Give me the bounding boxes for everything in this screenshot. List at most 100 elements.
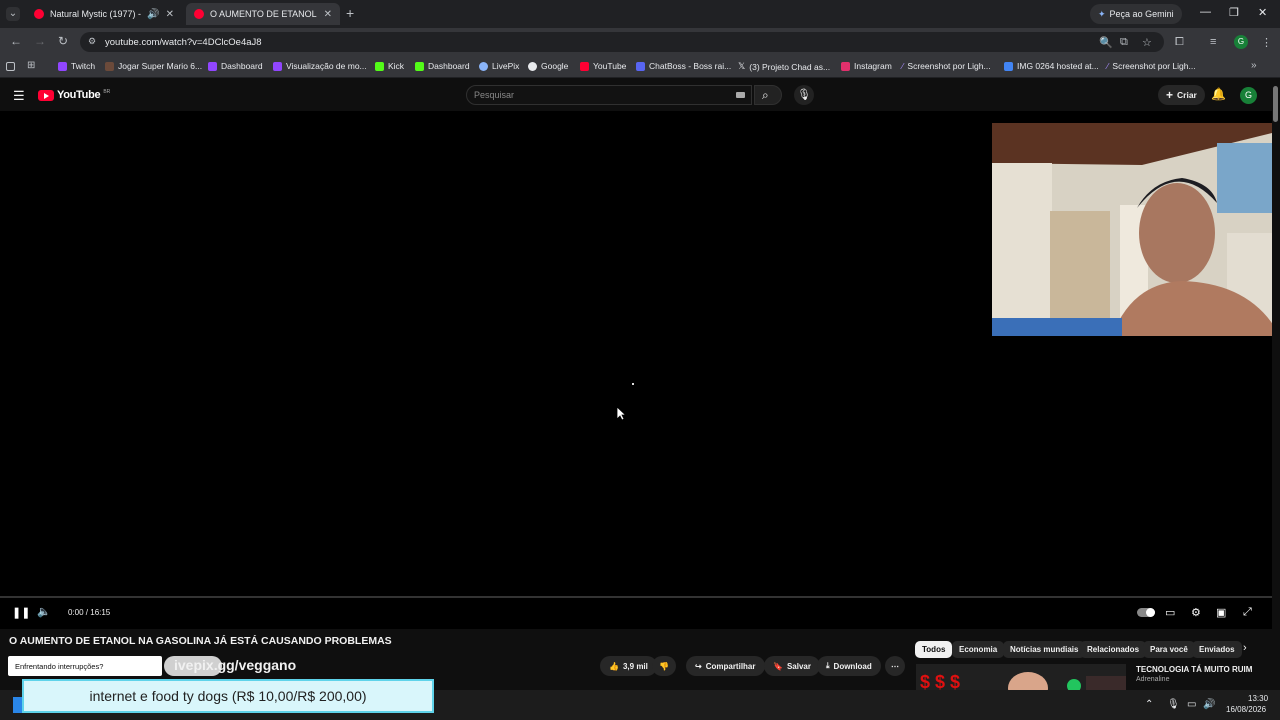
interruptions-prompt-text: Enfrentando interrupções? <box>15 662 104 671</box>
image-host-icon <box>1004 61 1013 71</box>
create-label: Criar <box>1177 90 1197 100</box>
site-info-icon[interactable]: ⚙ <box>88 36 96 47</box>
close-window-icon[interactable]: ✕ <box>1258 6 1267 19</box>
notifications-bell-icon[interactable]: 🔔 <box>1211 87 1226 101</box>
more-actions-button[interactable]: ⋯ <box>885 656 905 676</box>
bookmark-chatboss[interactable]: ChatBoss - Boss rai... <box>636 61 731 71</box>
theater-mode-icon[interactable]: ▣ <box>1216 606 1226 619</box>
bookmark-label: Dashboard <box>428 61 470 71</box>
twitch-icon <box>58 61 67 71</box>
scrollbar-thumb[interactable] <box>1273 86 1278 122</box>
bookmark-dashboard-kick[interactable]: Dashboard <box>415 61 470 71</box>
bookmark-img-0264[interactable]: IMG 0264 hosted at... <box>1004 61 1099 71</box>
reload-icon[interactable]: ↻ <box>58 34 68 48</box>
recommendation-thumbnail[interactable]: $ $ $ <box>916 664 1126 690</box>
bookmarks-grid-icon[interactable] <box>6 62 15 71</box>
subtitles-icon[interactable]: ▭ <box>1165 606 1175 619</box>
bookmark-screenshot-1[interactable]: ⁄ Screenshot por Ligh... <box>902 61 991 71</box>
chip-noticias[interactable]: Notícias mundiais <box>1003 641 1086 658</box>
bookmark-visualizacao[interactable]: Visualização de mo... <box>273 61 367 71</box>
new-tab-button[interactable]: + <box>346 5 354 21</box>
chip-relacionados[interactable]: Relacionados <box>1080 641 1147 658</box>
zoom-icon[interactable]: 🔍 <box>1099 36 1113 49</box>
more-horizontal-icon: ⋯ <box>891 661 899 671</box>
browser-profile-avatar[interactable]: G <box>1234 35 1248 49</box>
chip-para-voce[interactable]: Para você <box>1143 641 1195 658</box>
windows-start-icon[interactable] <box>13 697 22 713</box>
close-tab-icon[interactable]: ✕ <box>324 9 332 20</box>
browser-tab-active[interactable]: O AUMENTO DE ETANOL NA G ✕ <box>186 3 340 25</box>
chatboss-icon <box>636 61 645 71</box>
dislike-button[interactable]: 👎 <box>652 656 676 676</box>
restore-window-icon[interactable]: ❐ <box>1229 6 1239 19</box>
search-icon[interactable]: ⌕ <box>762 88 769 103</box>
search-placeholder: Pesquisar <box>474 90 515 100</box>
user-avatar[interactable]: G <box>1240 87 1257 104</box>
forward-arrow-icon[interactable]: → <box>34 34 46 48</box>
chip-economia[interactable]: Economia <box>952 641 1005 658</box>
taskbar-time: 13:30 <box>1248 694 1269 703</box>
bookmark-star-icon[interactable]: ☆ <box>1142 36 1152 49</box>
save-button[interactable]: 🔖 Salvar <box>764 656 820 676</box>
close-tab-icon[interactable]: ✕ <box>166 9 174 20</box>
youtube-favicon-icon <box>194 9 204 19</box>
download-label: Download <box>833 661 872 671</box>
bookmark-livepix[interactable]: LivePix <box>479 61 519 71</box>
browser-tab-natural-mystic[interactable]: Natural Mystic (1977) - Bob 🔊 ✕ <box>26 3 182 25</box>
apps-icon[interactable]: ⊞ <box>27 60 35 71</box>
plus-icon: + <box>1166 88 1174 102</box>
youtube-logo[interactable]: YouTube BR <box>38 89 110 101</box>
tray-display-icon[interactable]: ▭ <box>1187 699 1196 710</box>
bookmark-twitch[interactable]: Twitch <box>58 61 95 71</box>
bookmark-instagram[interactable]: Instagram <box>841 61 892 71</box>
more-bookmarks-icon[interactable]: » <box>1251 60 1257 71</box>
tray-volume-icon[interactable]: 🔊 <box>1203 699 1215 710</box>
instagram-icon <box>841 61 850 71</box>
recommendation-title[interactable]: TECNOLOGIA TÁ MUITO RUIM <box>1136 665 1252 674</box>
bookmark-screenshot-2[interactable]: ⁄ Screenshot por Ligh... <box>1107 61 1196 71</box>
autoplay-toggle[interactable] <box>1137 608 1155 617</box>
back-arrow-icon[interactable]: ← <box>10 34 22 48</box>
bookmark-kick[interactable]: Kick <box>375 61 404 71</box>
extensions-icon[interactable]: ⧠ <box>1175 36 1184 49</box>
bookmark-x[interactable]: 𝕏 (3) Projeto Chad as... <box>738 61 830 72</box>
share-icon: ↪ <box>695 661 702 671</box>
bookmark-google[interactable]: Google <box>528 61 568 71</box>
like-button[interactable]: 👍 3,9 mil <box>600 656 657 676</box>
chevron-right-icon[interactable]: › <box>1243 642 1247 654</box>
bookmark-label: Kick <box>388 61 405 71</box>
keyboard-icon[interactable] <box>736 92 745 98</box>
create-button[interactable]: + Criar <box>1158 85 1205 105</box>
microphone-icon[interactable]: 🎙 <box>794 85 814 105</box>
minimize-window-icon[interactable]: — <box>1200 6 1211 18</box>
chip-todos[interactable]: Todos <box>915 641 953 658</box>
bookmark-youtube[interactable]: YouTube <box>580 61 626 71</box>
reading-list-icon[interactable]: ≡ <box>1210 36 1216 48</box>
install-app-icon[interactable]: ⧉ <box>1120 36 1128 49</box>
hamburger-menu-icon[interactable]: ☰ <box>13 88 25 104</box>
volume-icon[interactable]: 🔈 <box>37 605 51 618</box>
bookmark-label: Jogar Super Mario 6... <box>118 61 203 71</box>
tab-search-button[interactable]: ⌄ <box>6 7 20 21</box>
download-button[interactable]: ⤓ Download <box>817 656 881 676</box>
browser-menu-icon[interactable]: ⋮ <box>1261 36 1272 49</box>
bookmark-label: Visualização de mo... <box>286 61 367 71</box>
bookmark-mario[interactable]: Jogar Super Mario 6... <box>105 61 202 71</box>
livepix-icon <box>479 61 488 71</box>
channel-overlay-text: ivepix.gg/veggano <box>174 657 297 673</box>
tray-chevron-icon[interactable]: ⌃ <box>1145 699 1153 710</box>
url-text[interactable]: youtube.com/watch?v=4DClcOe4aJ8 <box>105 37 262 48</box>
bookmark-label: ChatBoss - Boss rai... <box>649 61 732 71</box>
recommendation-channel[interactable]: Adrenaline <box>1136 676 1169 683</box>
chip-enviados[interactable]: Enviados <box>1192 641 1242 658</box>
page-scrollbar[interactable] <box>1272 79 1280 720</box>
share-button[interactable]: ↪ Compartilhar <box>686 656 765 676</box>
progress-bar[interactable] <box>0 596 1272 598</box>
time-display: 0:00 / 16:15 <box>68 608 111 617</box>
tray-mic-icon[interactable]: 🎙 <box>1167 699 1180 710</box>
settings-gear-icon[interactable]: ⚙ <box>1191 606 1201 619</box>
fullscreen-icon[interactable]: ⤢ <box>1243 606 1252 619</box>
pause-icon[interactable]: ❚❚ <box>12 606 30 619</box>
bookmark-dashboard-twitch[interactable]: Dashboard <box>208 61 263 71</box>
gemini-button[interactable]: ✦ Peça ao Gemini <box>1090 4 1182 24</box>
